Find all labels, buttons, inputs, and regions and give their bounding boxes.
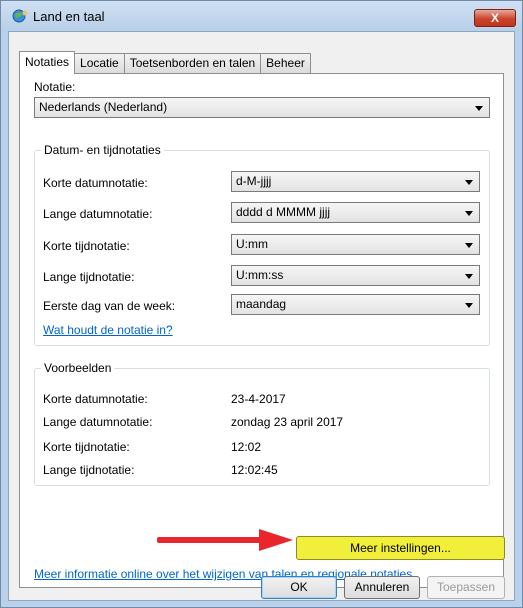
datum-group: Datum- en tijdnotaties Korte datumnotati… xyxy=(34,143,490,346)
notatie-value: Nederlands (Nederland) xyxy=(39,100,168,114)
korte-datum-value: d-M-jjjj xyxy=(236,174,272,188)
korte-tijd-select[interactable]: U:mm xyxy=(231,234,480,255)
voorbeeld-korte-tijd-label: Korte tijdnotatie: xyxy=(43,440,130,454)
notatie-select[interactable]: Nederlands (Nederland) xyxy=(34,97,490,118)
chevron-down-icon xyxy=(465,180,473,185)
voorbeelden-group-title: Voorbeelden xyxy=(41,361,115,375)
eerste-dag-value: maandag xyxy=(236,297,287,311)
close-icon: X xyxy=(490,11,499,25)
voorbeeld-lange-datum-label: Lange datumnotatie: xyxy=(43,415,153,429)
cancel-button[interactable]: Annuleren xyxy=(344,576,420,599)
chevron-down-icon xyxy=(465,211,473,216)
voorbeelden-group: Voorbeelden Korte datumnotatie: 23-4-201… xyxy=(34,361,490,486)
close-button[interactable]: X xyxy=(474,9,516,27)
chevron-down-icon xyxy=(465,274,473,279)
voorbeeld-lange-datum-value: zondag 23 april 2017 xyxy=(231,415,344,429)
lange-datum-label: Lange datumnotatie: xyxy=(43,207,153,221)
lange-tijd-label: Lange tijdnotatie: xyxy=(43,270,135,284)
voorbeeld-lange-tijd-value: 12:02:45 xyxy=(231,463,278,477)
korte-tijd-value: U:mm xyxy=(236,237,268,251)
lange-tijd-value: U:mm:ss xyxy=(236,268,284,282)
tab-beheer[interactable]: Beheer xyxy=(260,53,311,73)
red-arrow-annotation xyxy=(157,529,293,551)
globe-people-icon xyxy=(12,9,28,23)
dialog-client-area: Notaties Locatie Toetsenborden en talen … xyxy=(8,31,515,601)
tab-locatie[interactable]: Locatie xyxy=(74,53,125,73)
more-settings-button[interactable]: Meer instellingen... xyxy=(296,536,505,560)
apply-button[interactable]: Toepassen xyxy=(427,576,505,599)
eerste-dag-label: Eerste dag van de week: xyxy=(43,299,176,313)
datum-group-title: Datum- en tijdnotaties xyxy=(41,143,164,157)
tab-toetsenborden[interactable]: Toetsenborden en talen xyxy=(123,53,262,73)
voorbeeld-lange-tijd-label: Lange tijdnotatie: xyxy=(43,463,135,477)
eerste-dag-select[interactable]: maandag xyxy=(231,294,480,315)
title-bar[interactable]: Land en taal X xyxy=(1,1,522,31)
voorbeeld-korte-datum-value: 23-4-2017 xyxy=(231,392,286,406)
korte-datum-select[interactable]: d-M-jjjj xyxy=(231,171,480,192)
voorbeeld-korte-tijd-value: 12:02 xyxy=(231,440,262,454)
window-title: Land en taal xyxy=(33,9,105,24)
chevron-down-icon xyxy=(475,106,483,111)
lange-tijd-select[interactable]: U:mm:ss xyxy=(231,265,480,286)
voorbeeld-korte-datum-label: Korte datumnotatie: xyxy=(43,392,148,406)
tab-notaties[interactable]: Notaties xyxy=(19,51,76,74)
tab-panel-notaties: Notatie: Nederlands (Nederland) Datum- e… xyxy=(19,73,505,588)
tab-strip: Notaties Locatie Toetsenborden en talen … xyxy=(19,51,311,74)
lange-datum-select[interactable]: dddd d MMMM jjjj xyxy=(231,202,480,223)
dialog-window: Land en taal X Notaties Locatie Toetsenb… xyxy=(0,0,523,608)
korte-tijd-label: Korte tijdnotatie: xyxy=(43,239,130,253)
korte-datum-label: Korte datumnotatie: xyxy=(43,176,148,190)
chevron-down-icon xyxy=(465,303,473,308)
notatie-help-link[interactable]: Wat houdt de notatie in? xyxy=(43,323,173,337)
ok-button[interactable]: OK xyxy=(261,576,337,599)
chevron-down-icon xyxy=(465,243,473,248)
notatie-label: Notatie: xyxy=(34,80,76,94)
lange-datum-value: dddd d MMMM jjjj xyxy=(236,205,331,219)
